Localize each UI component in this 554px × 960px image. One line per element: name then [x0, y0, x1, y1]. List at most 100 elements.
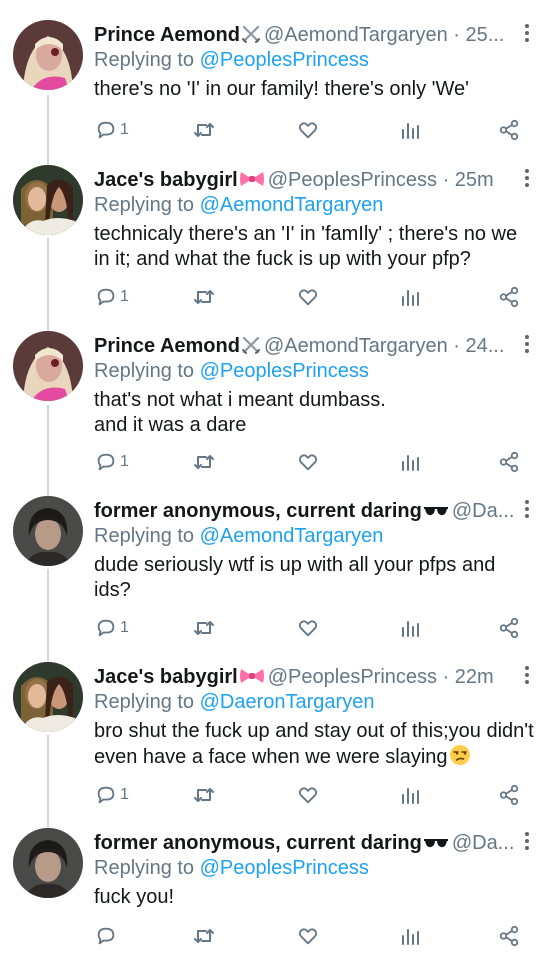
timestamp[interactable]: · 25m — [443, 169, 494, 191]
analytics-button[interactable] — [400, 118, 420, 142]
tweet-actions: 1 — [0, 616, 554, 640]
avatar[interactable] — [13, 331, 83, 401]
reply-count: 1 — [120, 619, 129, 636]
avatar-jace-image — [13, 662, 83, 732]
reply-button[interactable]: 1 — [95, 450, 129, 474]
share-icon — [498, 119, 520, 141]
reply-mention-link[interactable]: @PeoplesPrincess — [200, 857, 369, 879]
retweet-button[interactable] — [192, 450, 216, 474]
handle[interactable]: @Da... — [452, 500, 514, 522]
retweet-button[interactable] — [192, 118, 216, 142]
tweet[interactable]: Prince Aemond @AemondTargaryen · 25... Re… — [0, 0, 554, 165]
reply-icon — [95, 925, 117, 947]
like-button[interactable] — [297, 285, 319, 309]
tweet-header: former anonymous, current daring @Da... — [94, 497, 514, 525]
retweet-icon — [192, 784, 216, 806]
share-button[interactable] — [498, 118, 520, 142]
reply-mention-link[interactable]: @DaeronTargaryen — [200, 691, 375, 713]
more-icon[interactable] — [524, 335, 530, 357]
reply-button[interactable]: 1 — [95, 783, 129, 807]
reply-mention-link[interactable]: @PeoplesPrincess — [200, 49, 369, 71]
display-name[interactable]: former anonymous, current daring — [94, 832, 422, 854]
analytics-button[interactable] — [400, 924, 420, 948]
reply-mention-link[interactable]: @AemondTargaryen — [200, 194, 384, 216]
retweet-button[interactable] — [192, 783, 216, 807]
share-icon — [498, 784, 520, 806]
reply-icon — [95, 784, 117, 806]
handle[interactable]: @PeoplesPrincess — [268, 666, 437, 688]
like-icon — [297, 119, 319, 141]
reply-count: 1 — [120, 288, 129, 305]
like-button[interactable] — [297, 924, 319, 948]
timestamp[interactable]: · 25... — [453, 24, 504, 46]
retweet-button[interactable] — [192, 616, 216, 640]
reply-count: 1 — [120, 786, 129, 803]
analytics-button[interactable] — [400, 450, 420, 474]
handle[interactable]: @AemondTargaryen — [264, 24, 448, 46]
like-button[interactable] — [297, 450, 319, 474]
display-name[interactable]: Jace's babygirl — [94, 666, 238, 688]
like-button[interactable] — [297, 616, 319, 640]
tweet-text: bro shut the fuck up and stay out of thi… — [94, 719, 534, 773]
like-button[interactable] — [297, 783, 319, 807]
replying-to: Replying to @PeoplesPrincess — [94, 360, 369, 382]
more-icon[interactable] — [524, 500, 530, 522]
analytics-icon — [400, 785, 420, 805]
display-name[interactable]: Prince Aemond — [94, 24, 240, 46]
tweet[interactable]: former anonymous, current daring @Da... R… — [0, 476, 554, 642]
sunglasses-icon — [423, 500, 449, 525]
reply-count: 1 — [120, 121, 129, 138]
more-icon[interactable] — [524, 169, 530, 191]
replying-to: Replying to @PeoplesPrincess — [94, 857, 369, 879]
share-button[interactable] — [498, 924, 520, 948]
reply-mention-link[interactable]: @PeoplesPrincess — [200, 360, 369, 382]
tweet[interactable]: Jace's babygirl @PeoplesPrincess · 22m Re… — [0, 642, 554, 808]
share-button[interactable] — [498, 285, 520, 309]
avatar-daeron-image — [13, 496, 83, 566]
tweet-actions: 1 — [0, 783, 554, 807]
handle[interactable]: @AemondTargaryen — [264, 335, 448, 357]
tweet-text-content: bro shut the fuck up and stay out of thi… — [94, 720, 540, 768]
retweet-button[interactable] — [192, 924, 216, 948]
display-name[interactable]: former anonymous, current daring — [94, 500, 422, 522]
analytics-button[interactable] — [400, 285, 420, 309]
tweet-actions: 1 — [0, 118, 554, 142]
analytics-icon — [400, 618, 420, 638]
reply-button[interactable]: 1 — [95, 118, 129, 142]
handle[interactable]: @Da... — [452, 832, 514, 854]
timestamp[interactable]: · 22m — [443, 666, 494, 688]
avatar[interactable] — [13, 496, 83, 566]
avatar[interactable] — [13, 662, 83, 732]
share-button[interactable] — [498, 450, 520, 474]
tweet-text: there's no 'I' in our family! there's on… — [94, 78, 469, 100]
analytics-button[interactable] — [400, 616, 420, 640]
share-button[interactable] — [498, 783, 520, 807]
like-icon — [297, 451, 319, 473]
avatar[interactable] — [13, 20, 83, 90]
tweet[interactable]: Prince Aemond @AemondTargaryen · 24... Re… — [0, 311, 554, 477]
reply-button[interactable]: 1 — [95, 285, 129, 309]
tweet[interactable]: former anonymous, current daring @Da... R… — [0, 808, 554, 960]
display-name[interactable]: Jace's babygirl — [94, 169, 238, 191]
avatar[interactable] — [13, 828, 83, 898]
retweet-button[interactable] — [192, 285, 216, 309]
more-icon[interactable] — [524, 24, 530, 46]
display-name[interactable]: Prince Aemond — [94, 335, 240, 357]
timestamp[interactable]: · 24... — [453, 335, 504, 357]
analytics-button[interactable] — [400, 783, 420, 807]
tweet-header: Prince Aemond @AemondTargaryen · 24... — [94, 332, 514, 360]
tweet[interactable]: Jace's babygirl @PeoplesPrincess · 25m Re… — [0, 145, 554, 313]
more-icon[interactable] — [524, 666, 530, 688]
replying-to: Replying to @DaeronTargaryen — [94, 691, 375, 713]
like-button[interactable] — [297, 118, 319, 142]
more-icon[interactable] — [524, 832, 530, 854]
tweet-text: technicaly there's an 'I' in 'famIly' ; … — [94, 223, 523, 270]
tweet-actions: 1 — [0, 285, 554, 309]
avatar[interactable] — [13, 165, 83, 235]
reply-icon — [95, 286, 117, 308]
reply-button[interactable]: 1 — [95, 616, 129, 640]
reply-mention-link[interactable]: @AemondTargaryen — [200, 525, 384, 547]
handle[interactable]: @PeoplesPrincess — [268, 169, 437, 191]
reply-button[interactable] — [95, 924, 120, 948]
share-button[interactable] — [498, 616, 520, 640]
